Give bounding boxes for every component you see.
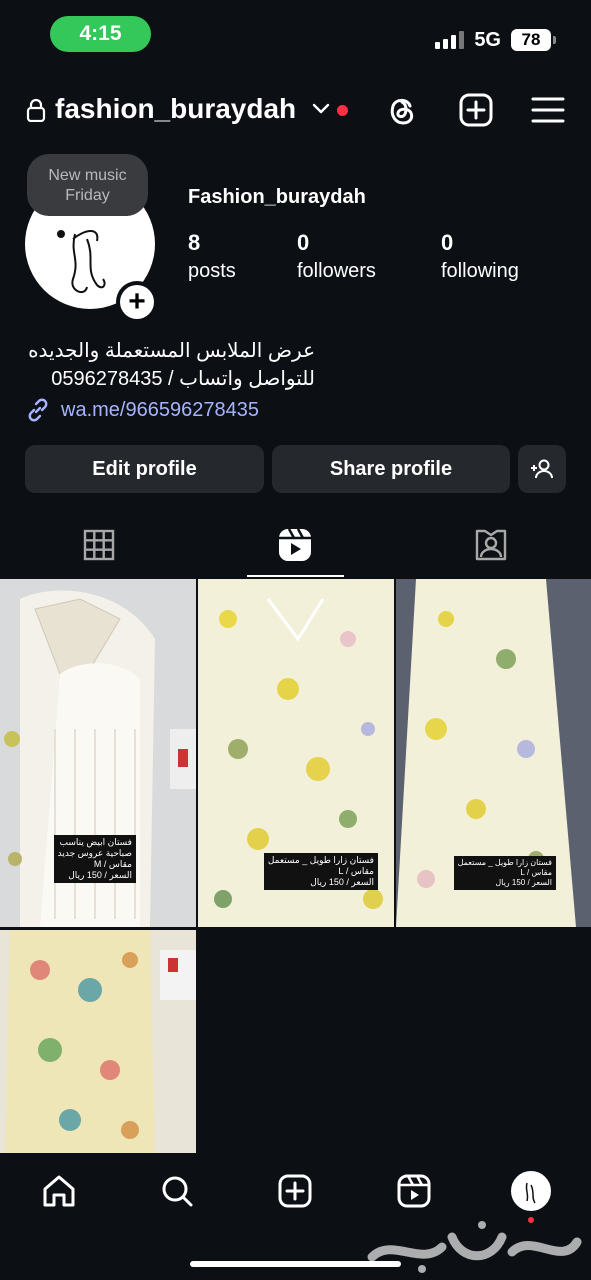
discover-people-button[interactable] bbox=[518, 445, 566, 493]
stat-posts-label: posts bbox=[188, 260, 236, 282]
profile-link[interactable]: wa.me/966596278435 bbox=[25, 397, 259, 423]
stat-following[interactable]: 0 following bbox=[441, 230, 519, 283]
grid-tab-icon[interactable] bbox=[81, 527, 117, 563]
signal-icon bbox=[435, 31, 465, 49]
active-tab-indicator bbox=[247, 575, 344, 577]
notification-dot bbox=[337, 105, 348, 116]
post-thumbnail[interactable] bbox=[0, 930, 196, 1154]
note-line-2: Friday bbox=[65, 187, 110, 204]
bio-line-2: للتواصل واتساب / 0596278435 bbox=[51, 368, 315, 390]
add-story-button[interactable]: + bbox=[116, 281, 158, 323]
post-thumbnail[interactable]: فستان زارا طويل _ مستعمل مقاس / L السعر … bbox=[396, 579, 591, 927]
music-note-bubble[interactable]: New music Friday bbox=[27, 154, 148, 216]
post-caption: فستان زارا طويل _ مستعمل مقاس / L السعر … bbox=[263, 853, 378, 890]
stat-followers[interactable]: 0 followers bbox=[297, 230, 376, 283]
post-caption: فستان زارا طويل _ مستعمل مقاس / L السعر … bbox=[453, 856, 556, 890]
search-icon[interactable] bbox=[159, 1173, 195, 1209]
display-name: Fashion_buraydah bbox=[188, 186, 366, 208]
chevron-down-icon[interactable] bbox=[312, 102, 330, 116]
profile-header: fashion_buraydah bbox=[0, 86, 591, 134]
menu-icon[interactable] bbox=[530, 94, 566, 126]
post-caption: فستان ابيض يناسب صباحية عروس جديد مقاس /… bbox=[53, 835, 136, 883]
stat-followers-label: followers bbox=[297, 260, 376, 282]
post-image bbox=[0, 930, 196, 1154]
stat-following-value: 0 bbox=[441, 230, 454, 255]
status-time: 4:15 bbox=[50, 16, 151, 52]
reels-icon[interactable] bbox=[396, 1173, 432, 1209]
battery-icon: 78 bbox=[511, 29, 556, 51]
plus-box-icon[interactable] bbox=[458, 92, 494, 128]
battery-level: 78 bbox=[521, 30, 541, 49]
profile-tabs bbox=[0, 515, 591, 578]
link-text[interactable]: wa.me/966596278435 bbox=[61, 399, 259, 422]
tagged-tab-icon[interactable] bbox=[473, 527, 509, 563]
share-profile-button[interactable]: Share profile bbox=[272, 445, 510, 493]
stat-followers-value: 0 bbox=[297, 230, 310, 255]
edit-profile-button[interactable]: Edit profile bbox=[25, 445, 264, 493]
network-label: 5G bbox=[474, 28, 501, 51]
create-icon[interactable] bbox=[277, 1173, 313, 1209]
link-icon bbox=[28, 398, 48, 422]
bio-line-1: عرض الملابس المستعملة والجديده bbox=[28, 340, 315, 362]
stat-posts-value: 8 bbox=[188, 230, 201, 255]
reels-tab-icon[interactable] bbox=[277, 527, 313, 563]
profile-nav-avatar[interactable] bbox=[511, 1171, 551, 1211]
add-story-icon: + bbox=[120, 285, 154, 319]
post-thumbnail[interactable]: فستان زارا طويل _ مستعمل مقاس / L السعر … bbox=[198, 579, 394, 927]
add-person-icon bbox=[531, 459, 553, 479]
home-indicator bbox=[190, 1261, 401, 1267]
lock-icon bbox=[26, 98, 46, 122]
account-username[interactable]: fashion_buraydah bbox=[55, 93, 296, 125]
stat-posts[interactable]: 8 posts bbox=[188, 230, 236, 283]
bottom-navigation bbox=[0, 1153, 591, 1280]
profile-bio: عرض الملابس المستعملة والجديده للتواصل و… bbox=[0, 337, 315, 393]
status-indicators: 5G 78 bbox=[435, 27, 556, 53]
note-line-1: New music bbox=[48, 167, 127, 184]
threads-icon[interactable] bbox=[384, 92, 420, 128]
home-icon[interactable] bbox=[41, 1173, 77, 1209]
stat-following-label: following bbox=[441, 260, 519, 282]
post-thumbnail[interactable]: فستان ابيض يناسب صباحية عروس جديد مقاس /… bbox=[0, 579, 196, 927]
nav-avatar-illustration bbox=[525, 1182, 536, 1204]
